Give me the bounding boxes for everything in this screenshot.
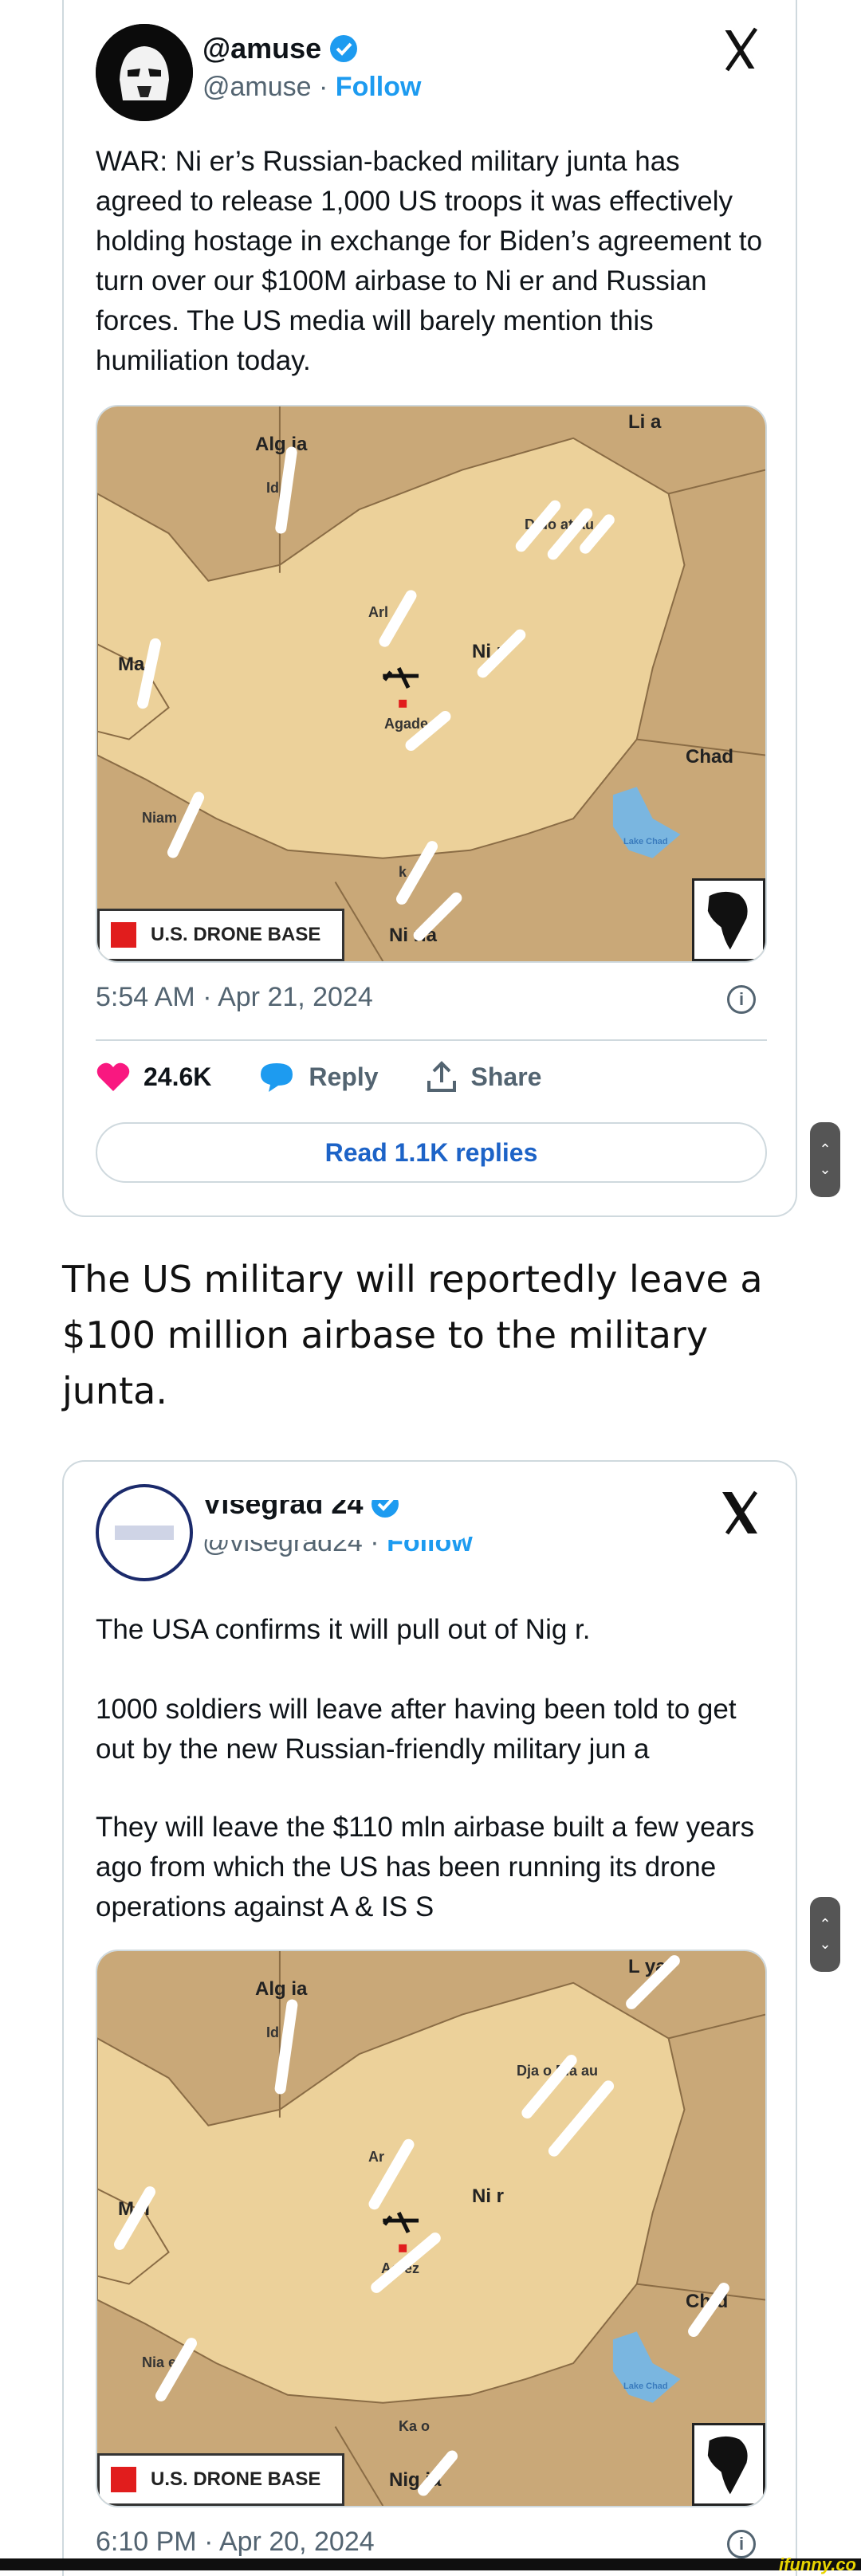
map-label: Ar: [368, 2149, 385, 2165]
chevron-up-icon[interactable]: ⌃: [819, 1916, 831, 1933]
map-legend: U.S. DRONE BASE: [97, 909, 344, 961]
map-label: Chad: [686, 746, 733, 768]
footer-bar: [0, 2558, 861, 2570]
watermark-logo: ifunny.co: [779, 2554, 856, 2574]
africa-inset-map: [692, 2423, 765, 2506]
map-label: Alg ia: [255, 1978, 308, 2000]
tweet-timestamp[interactable]: 6:10 PM · Apr 20, 2024: [96, 2527, 375, 2558]
map-label: Li a: [628, 411, 662, 433]
reply-icon: [261, 1063, 293, 1092]
tweet-text-line: They will leave the $110 mln airbase bui…: [96, 1812, 755, 1922]
x-logo-icon[interactable]: [716, 1489, 764, 1537]
map-label: Lake Chad: [623, 837, 668, 846]
divider: [96, 1039, 767, 1041]
share-label: Share: [470, 1062, 542, 1091]
map-label: Arl: [368, 604, 389, 620]
tweet-map-image[interactable]: Alg ia Id s Li a D do at au Arl Ni r Aga…: [96, 405, 767, 963]
tweet-timestamp[interactable]: 5:54 AM · Apr 21, 2024: [96, 982, 373, 1013]
reply-label: Reply: [309, 1062, 379, 1091]
tweet-card-visegrad: Visegrad 24 @visegrad24 · Follow The USA…: [62, 1460, 797, 2576]
map-label: Ma: [118, 654, 145, 675]
legend-label: U.S. DRONE BASE: [151, 2468, 321, 2490]
scribble: [198, 1482, 405, 1500]
legend-label: U.S. DRONE BASE: [151, 924, 321, 945]
tweet-card-amuse: @amuse @amuse · Follow WAR: Ni er’s Russ…: [62, 0, 797, 1217]
map-label: Lake Chad: [623, 2382, 668, 2391]
tweet-text-line: The USA confirms it will pull out of Nig…: [96, 1614, 591, 1645]
like-button[interactable]: 24.6K: [96, 1061, 211, 1093]
map-legend: U.S. DRONE BASE: [97, 2453, 344, 2506]
tweet-actions: 24.6K Reply Share: [96, 1060, 588, 1094]
chevron-down-icon[interactable]: ⌄: [819, 1161, 831, 1178]
chevron-up-icon[interactable]: ⌃: [819, 1141, 831, 1158]
scroll-control[interactable]: ⌃ ⌄: [810, 1897, 840, 1972]
scribble: [202, 1527, 466, 1540]
read-replies-button[interactable]: Read 1.1K replies: [96, 1122, 767, 1183]
separator: ·: [311, 72, 336, 102]
map-label: Ka o: [399, 2418, 431, 2434]
follow-button[interactable]: Follow: [336, 72, 422, 102]
handle[interactable]: @amuse: [202, 72, 312, 102]
tweet-text-line: 1000 soldiers will leave after having be…: [96, 1694, 737, 1765]
x-logo-icon[interactable]: [716, 26, 764, 73]
tweet-map-image[interactable]: Alg ia Id s L ya Dja o Pla au Ar Ni r Ag…: [96, 1950, 767, 2507]
drone-base-marker-icon: [111, 922, 136, 948]
avatar[interactable]: [96, 24, 193, 121]
map-label: Ni r: [472, 2185, 505, 2207]
verified-badge-icon: [330, 35, 358, 62]
reply-button[interactable]: Reply: [258, 1060, 379, 1094]
map-label: Alg ia: [255, 434, 308, 455]
chevron-down-icon[interactable]: ⌄: [819, 1936, 831, 1953]
tweet-text: WAR: Ni er’s Russian-backed military jun…: [96, 146, 763, 376]
share-icon: [427, 1061, 456, 1092]
share-button[interactable]: Share: [425, 1060, 542, 1094]
article-headline: The US military will reportedly leave a …: [62, 1258, 763, 1412]
info-icon[interactable]: i: [727, 2530, 756, 2558]
map-label: Niam: [142, 810, 178, 826]
drone-base-marker-icon: [111, 2467, 136, 2492]
africa-inset-map: [692, 878, 765, 961]
heart-icon: [96, 1062, 130, 1091]
info-icon[interactable]: i: [727, 985, 756, 1014]
scroll-control[interactable]: ⌃ ⌄: [810, 1122, 840, 1197]
like-count: 24.6K: [144, 1062, 212, 1091]
avatar[interactable]: [96, 1484, 193, 1581]
display-name[interactable]: @amuse: [202, 32, 321, 65]
